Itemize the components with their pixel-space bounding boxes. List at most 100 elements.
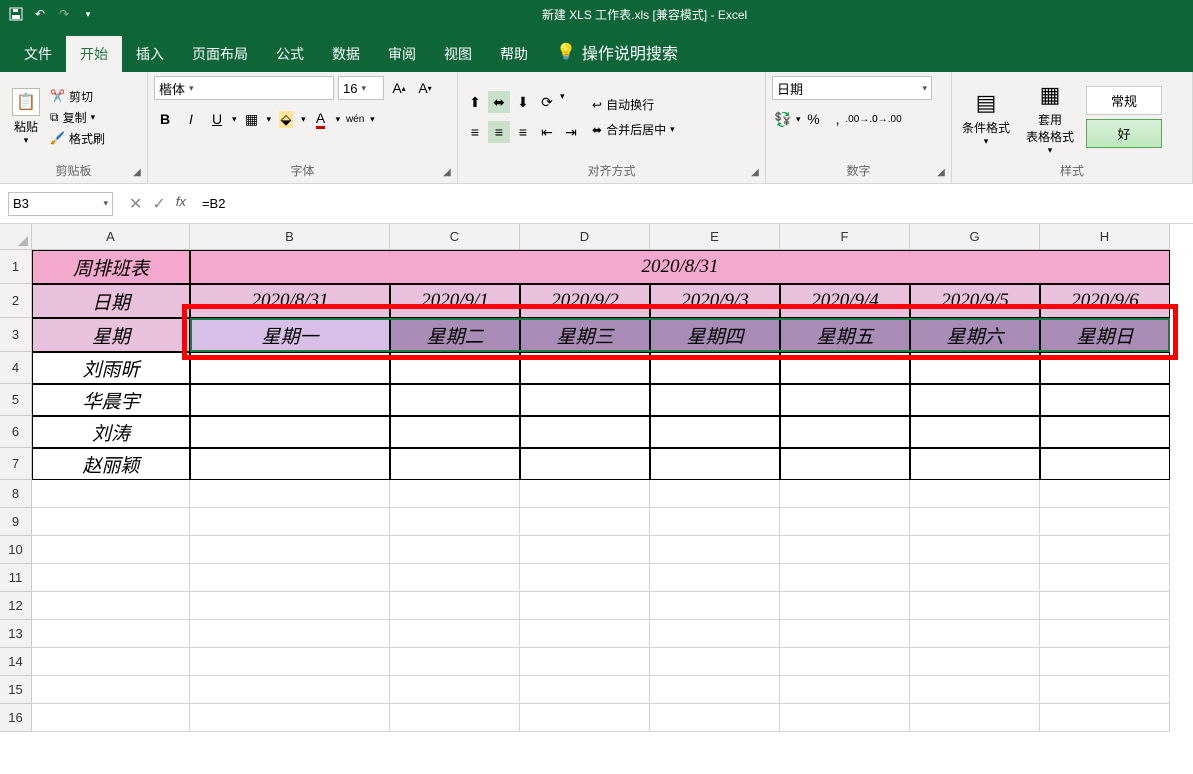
grid[interactable]: ABCDEFGH 12345678910111213141516 周排班表202… — [0, 224, 1193, 774]
cell-F16[interactable] — [780, 704, 910, 732]
cell-G2[interactable]: 2020/9/5 — [910, 284, 1040, 318]
cell-F7[interactable] — [780, 448, 910, 480]
cell-F4[interactable] — [780, 352, 910, 384]
col-header-D[interactable]: D — [520, 224, 650, 250]
cell-F15[interactable] — [780, 676, 910, 704]
cell-G4[interactable] — [910, 352, 1040, 384]
row-header-3[interactable]: 3 — [0, 318, 32, 352]
tab-formulas[interactable]: 公式 — [262, 36, 318, 72]
italic-button[interactable]: I — [180, 108, 202, 130]
row-header-5[interactable]: 5 — [0, 384, 32, 416]
decrease-decimal-icon[interactable]: .0→.00 — [875, 108, 897, 130]
paste-dropdown-icon[interactable]: ▾ — [24, 135, 29, 146]
qat-customize-icon[interactable]: ▾ — [80, 6, 96, 22]
cell-H4[interactable] — [1040, 352, 1170, 384]
cell-D2[interactable]: 2020/9/2 — [520, 284, 650, 318]
cell-C13[interactable] — [390, 620, 520, 648]
align-center-icon[interactable]: ≡ — [488, 121, 510, 143]
cell-A6[interactable]: 刘涛 — [32, 416, 190, 448]
cell-G7[interactable] — [910, 448, 1040, 480]
cell-E9[interactable] — [650, 508, 780, 536]
cell-D6[interactable] — [520, 416, 650, 448]
cell-B5[interactable] — [190, 384, 390, 416]
cell-A10[interactable] — [32, 536, 190, 564]
paste-icon[interactable]: 📋 — [12, 88, 40, 116]
cell-C3[interactable]: 星期二 — [390, 318, 520, 352]
cell-C8[interactable] — [390, 480, 520, 508]
indent-decrease-icon[interactable]: ⇤ — [536, 121, 558, 143]
underline-button[interactable]: U — [206, 108, 228, 130]
cell-E10[interactable] — [650, 536, 780, 564]
number-format-select[interactable]: 日期▾ — [772, 76, 932, 100]
cell-C9[interactable] — [390, 508, 520, 536]
col-header-H[interactable]: H — [1040, 224, 1170, 250]
cell-E8[interactable] — [650, 480, 780, 508]
cell-H7[interactable] — [1040, 448, 1170, 480]
paste-button[interactable]: 粘贴 — [14, 118, 38, 135]
tab-review[interactable]: 审阅 — [374, 36, 430, 72]
cell-B10[interactable] — [190, 536, 390, 564]
decrease-font-icon[interactable]: A▾ — [414, 77, 436, 99]
wrap-text-button[interactable]: ↩自动换行 — [592, 96, 675, 113]
row-header-6[interactable]: 6 — [0, 416, 32, 448]
undo-icon[interactable]: ↶ — [32, 6, 48, 22]
cell-H11[interactable] — [1040, 564, 1170, 592]
cell-E14[interactable] — [650, 648, 780, 676]
row-header-14[interactable]: 14 — [0, 648, 32, 676]
cell-A11[interactable] — [32, 564, 190, 592]
cell-H3[interactable]: 星期日 — [1040, 318, 1170, 352]
row-header-7[interactable]: 7 — [0, 448, 32, 480]
dialog-launcher-icon[interactable]: ◢ — [131, 167, 143, 179]
cell-D14[interactable] — [520, 648, 650, 676]
increase-font-icon[interactable]: A▴ — [388, 77, 410, 99]
col-header-A[interactable]: A — [32, 224, 190, 250]
cell-A2[interactable]: 日期 — [32, 284, 190, 318]
format-painter-button[interactable]: 🖌️格式刷 — [50, 130, 105, 147]
cell-H8[interactable] — [1040, 480, 1170, 508]
cell-E11[interactable] — [650, 564, 780, 592]
cell-F14[interactable] — [780, 648, 910, 676]
cell-E13[interactable] — [650, 620, 780, 648]
row-header-10[interactable]: 10 — [0, 536, 32, 564]
cell-A15[interactable] — [32, 676, 190, 704]
font-color-button[interactable]: A — [310, 108, 332, 130]
cell-G15[interactable] — [910, 676, 1040, 704]
cell-H16[interactable] — [1040, 704, 1170, 732]
cell-G5[interactable] — [910, 384, 1040, 416]
cell-F3[interactable]: 星期五 — [780, 318, 910, 352]
cell-D12[interactable] — [520, 592, 650, 620]
row-header-12[interactable]: 12 — [0, 592, 32, 620]
col-header-B[interactable]: B — [190, 224, 390, 250]
enter-icon[interactable]: ✓ — [152, 194, 165, 214]
cell-G12[interactable] — [910, 592, 1040, 620]
cell-D7[interactable] — [520, 448, 650, 480]
style-good[interactable]: 好 — [1086, 119, 1162, 148]
align-left-icon[interactable]: ≡ — [464, 121, 486, 143]
cell-B11[interactable] — [190, 564, 390, 592]
cell-C2[interactable]: 2020/9/1 — [390, 284, 520, 318]
cell-E15[interactable] — [650, 676, 780, 704]
cell-H14[interactable] — [1040, 648, 1170, 676]
cell-A9[interactable] — [32, 508, 190, 536]
font-name-select[interactable]: 楷体▾ — [154, 76, 334, 100]
row-header-11[interactable]: 11 — [0, 564, 32, 592]
cell-G11[interactable] — [910, 564, 1040, 592]
cell-C16[interactable] — [390, 704, 520, 732]
cell-D16[interactable] — [520, 704, 650, 732]
cell-H10[interactable] — [1040, 536, 1170, 564]
cell-E6[interactable] — [650, 416, 780, 448]
cell-D10[interactable] — [520, 536, 650, 564]
cell-B7[interactable] — [190, 448, 390, 480]
cell-F12[interactable] — [780, 592, 910, 620]
tell-me[interactable]: 💡 操作说明搜索 — [542, 32, 692, 72]
format-as-table-button[interactable]: ▦ 套用 表格格式▾ — [1022, 77, 1078, 158]
cell-C6[interactable] — [390, 416, 520, 448]
border-button[interactable]: ▦ — [241, 108, 263, 130]
cell-G13[interactable] — [910, 620, 1040, 648]
cell-D15[interactable] — [520, 676, 650, 704]
cell-D4[interactable] — [520, 352, 650, 384]
cell-F11[interactable] — [780, 564, 910, 592]
merge-center-button[interactable]: ⬌合并后居中▾ — [592, 121, 675, 138]
cell-B13[interactable] — [190, 620, 390, 648]
cell-D5[interactable] — [520, 384, 650, 416]
